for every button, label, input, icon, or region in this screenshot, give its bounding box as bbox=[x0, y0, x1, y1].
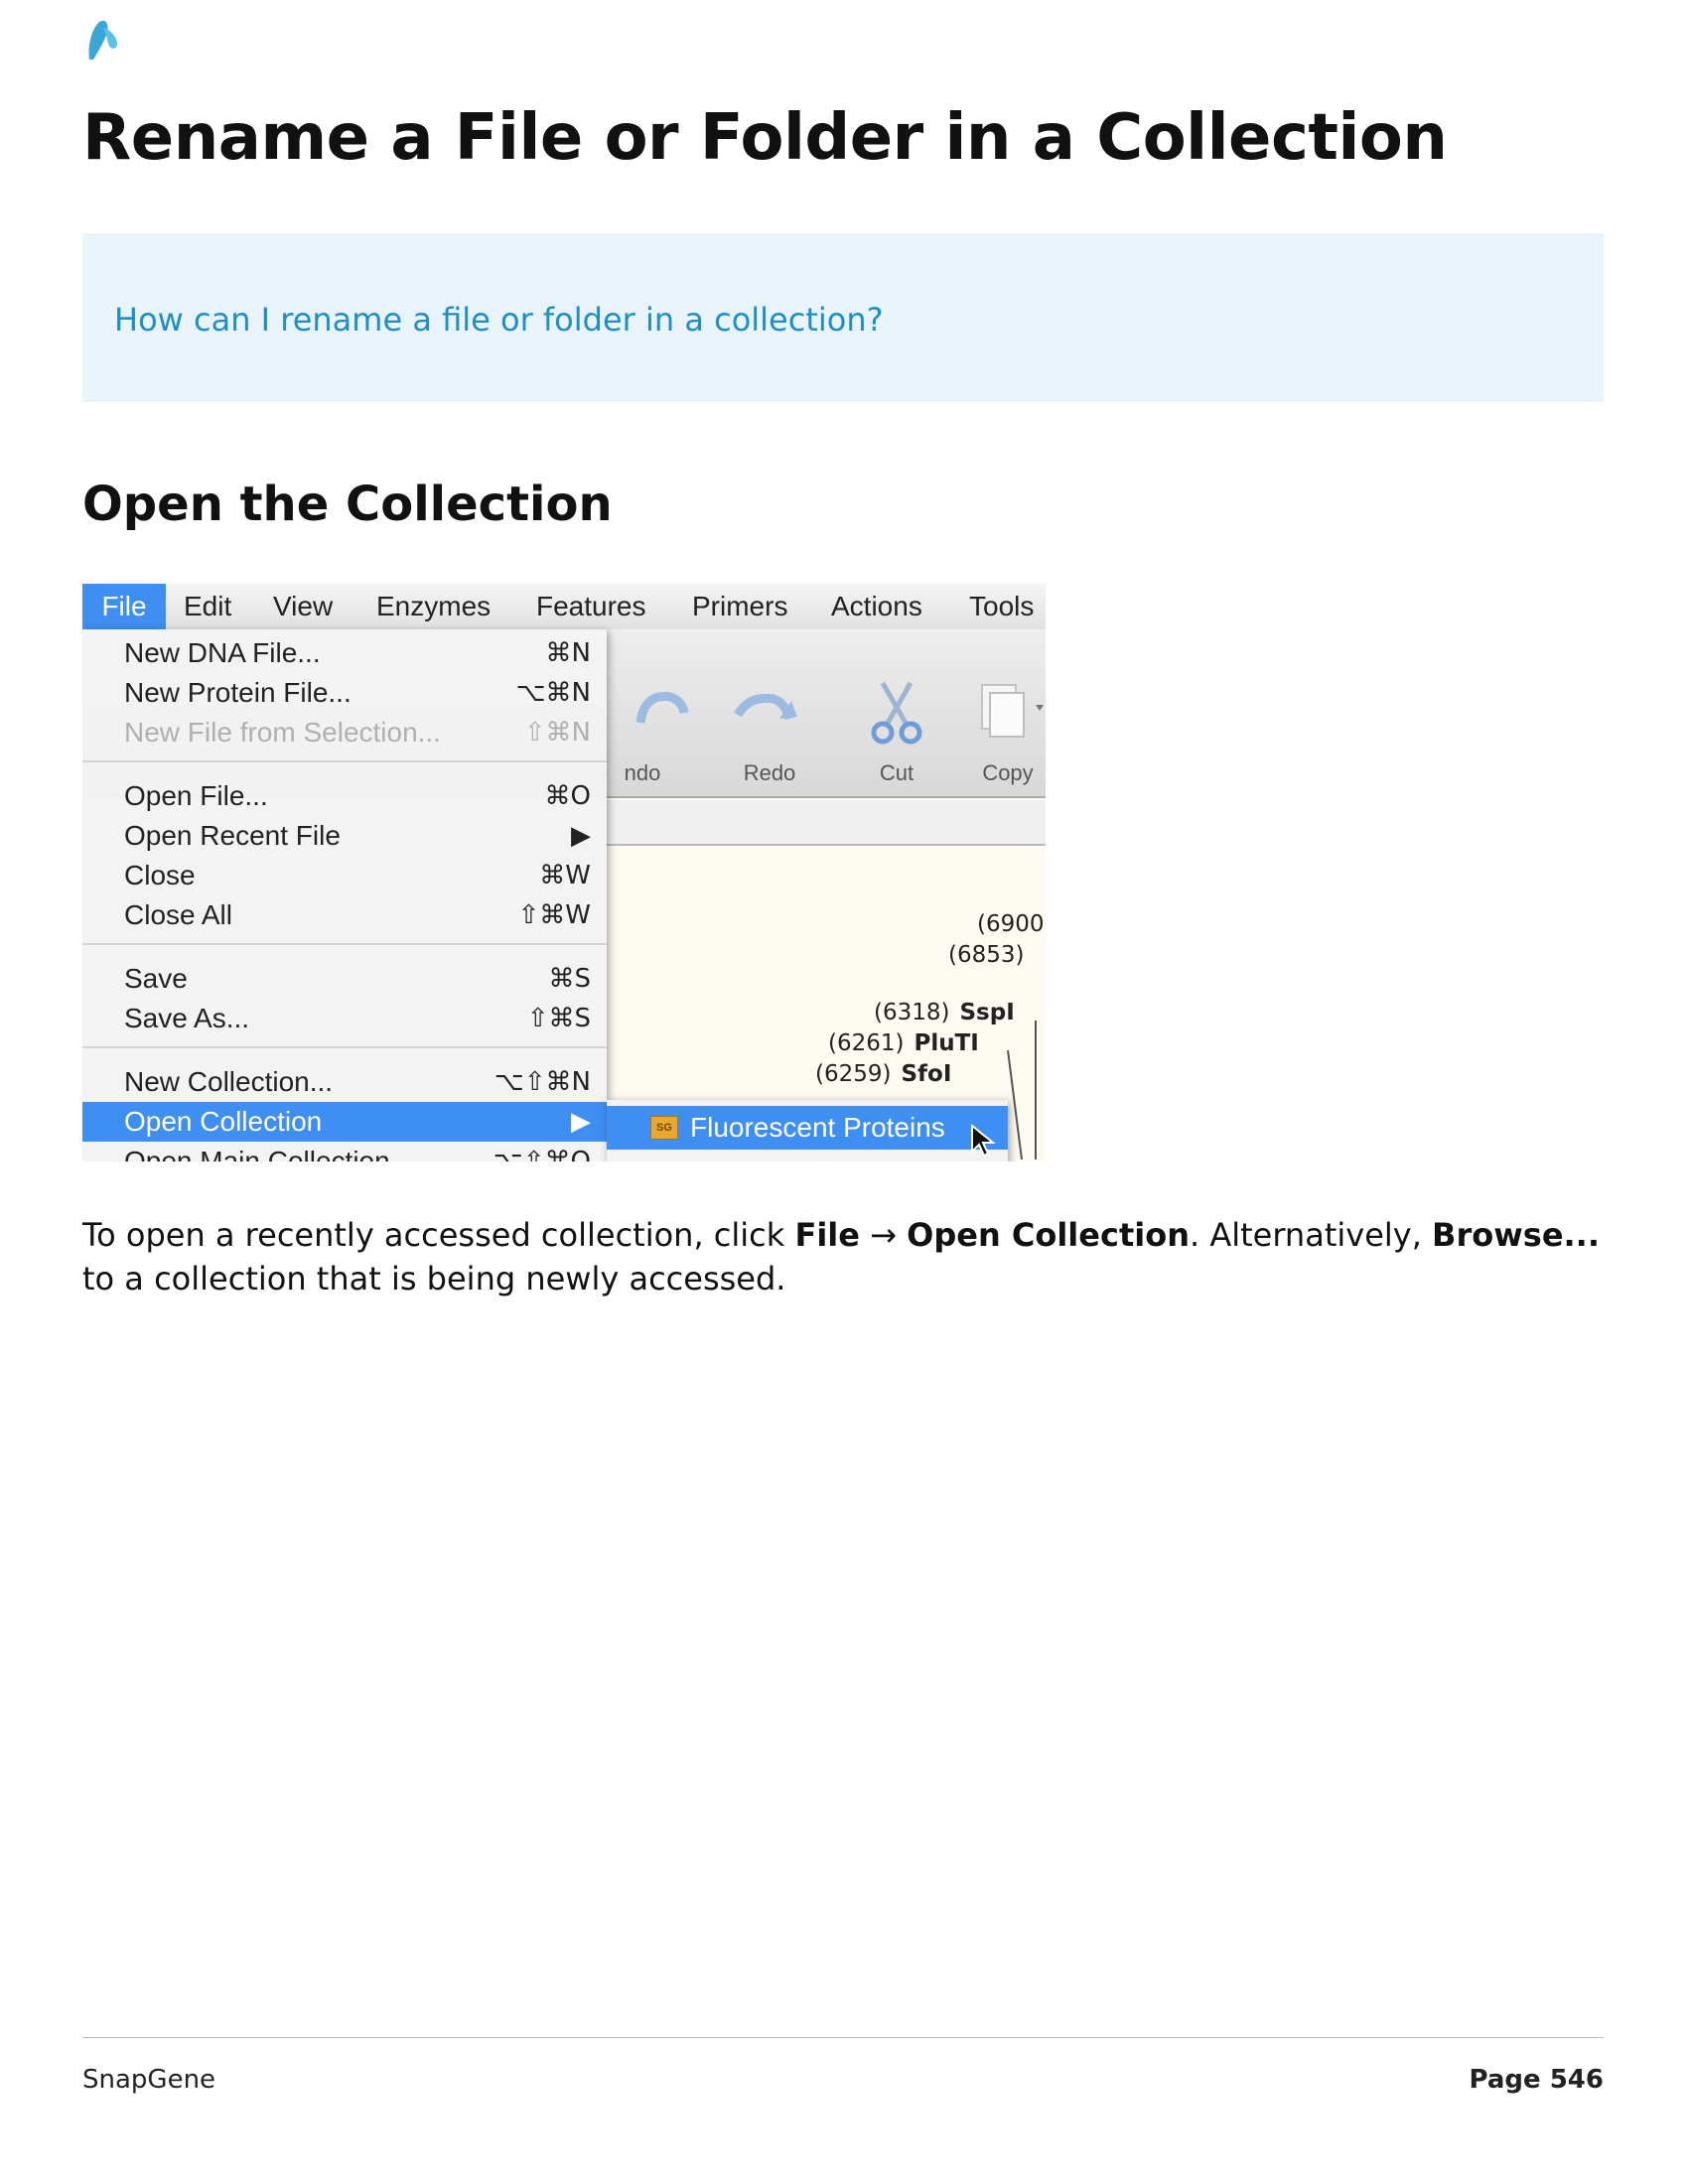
menu-item-new-dna-file[interactable]: New DNA File... ⌘N bbox=[82, 633, 607, 673]
instruction-paragraph: To open a recently accessed collection, … bbox=[82, 1213, 1612, 1300]
copy-button[interactable]: Copy bbox=[948, 629, 1046, 796]
menu-edit[interactable]: Edit bbox=[184, 584, 231, 629]
file-menu-reference: File bbox=[794, 1216, 860, 1254]
copy-icon bbox=[981, 684, 1044, 738]
file-menu: New DNA File... ⌘N New Protein File... ⌥⌘N… bbox=[82, 629, 607, 1161]
map-label: (6900) bbox=[977, 911, 1046, 937]
open-collection-submenu: SG Fluorescent Proteins bbox=[607, 1100, 1008, 1161]
menu-item-new-protein-file[interactable]: New Protein File... ⌥⌘N bbox=[82, 673, 607, 713]
menu-item-save-as[interactable]: Save As... ⇧⌘S bbox=[82, 999, 607, 1038]
menu-separator bbox=[82, 943, 607, 945]
cut-button[interactable]: Cut bbox=[837, 629, 956, 796]
question-link[interactable]: How can I rename a file or folder in a c… bbox=[114, 301, 884, 339]
open-collection-reference: Open Collection bbox=[907, 1216, 1190, 1254]
menu-separator bbox=[82, 760, 607, 762]
submenu-item-label: Fluorescent Proteins bbox=[690, 1112, 945, 1143]
menu-separator bbox=[82, 1046, 607, 1048]
footer-divider bbox=[82, 2037, 1604, 2038]
menu-item-close-all[interactable]: Close All ⇧⌘W bbox=[82, 895, 607, 935]
page-title: Rename a File or Folder in a Collection bbox=[82, 101, 1448, 175]
body-text: . Alternatively, bbox=[1189, 1216, 1433, 1254]
menu-item-open-file[interactable]: Open File... ⌘O bbox=[82, 776, 607, 816]
map-label: (6853) bbox=[948, 942, 1025, 968]
redo-button[interactable]: Redo bbox=[710, 629, 829, 796]
undo-icon bbox=[635, 692, 689, 724]
section-heading: Open the Collection bbox=[82, 477, 613, 532]
scissors-icon bbox=[871, 681, 922, 745]
menu-item-open-main-collection[interactable]: Open Main Collection ⌥⇧⌘O bbox=[82, 1142, 607, 1161]
question-callout: How can I rename a file or folder in a c… bbox=[82, 233, 1604, 402]
menu-item-save[interactable]: Save ⌘S bbox=[82, 959, 607, 999]
submenu-item-fluorescent-proteins[interactable]: SG Fluorescent Proteins bbox=[607, 1106, 1008, 1158]
map-label: (6318) SspI bbox=[874, 1000, 1015, 1025]
body-text: To open a recently accessed collection, … bbox=[82, 1216, 795, 1254]
menubar: File Edit View Enzymes Features Primers … bbox=[82, 584, 1046, 629]
redo-icon bbox=[734, 693, 797, 721]
app-screenshot: File Edit View Enzymes Features Primers … bbox=[82, 584, 1046, 1161]
menu-actions[interactable]: Actions bbox=[831, 584, 922, 629]
page-number: Page 546 bbox=[1469, 2065, 1604, 2095]
arrow-glyph: → bbox=[859, 1216, 908, 1254]
menu-view[interactable]: View bbox=[273, 584, 333, 629]
menu-item-new-file-from-selection[interactable]: New File from Selection... ⇧⌘N bbox=[82, 713, 607, 752]
menu-item-close[interactable]: Close ⌘W bbox=[82, 856, 607, 895]
redo-label: Redo bbox=[743, 760, 796, 785]
snapgene-logo-icon bbox=[88, 20, 117, 61]
map-label: (6259) SfoI bbox=[815, 1061, 952, 1087]
menu-features[interactable]: Features bbox=[536, 584, 646, 629]
menu-item-open-recent-file[interactable]: Open Recent File ▶ bbox=[82, 816, 607, 856]
copy-label: Copy bbox=[982, 760, 1034, 785]
menu-enzymes[interactable]: Enzymes bbox=[376, 584, 491, 629]
body-text: to a collection that is being newly acce… bbox=[82, 1260, 786, 1297]
menu-item-open-collection[interactable]: Open Collection ▶ bbox=[82, 1102, 607, 1142]
menu-primers[interactable]: Primers bbox=[692, 584, 787, 629]
map-label: (6261) PluTI bbox=[828, 1030, 979, 1056]
menu-item-new-collection[interactable]: New Collection... ⌥⇧⌘N bbox=[82, 1062, 607, 1102]
cut-label: Cut bbox=[879, 760, 914, 785]
footer-brand: SnapGene bbox=[82, 2065, 216, 2095]
browse-reference: Browse... bbox=[1432, 1216, 1600, 1254]
collection-icon: SG bbox=[650, 1116, 678, 1140]
menu-file[interactable]: File bbox=[82, 584, 166, 629]
menu-tools[interactable]: Tools bbox=[969, 584, 1034, 629]
mouse-cursor-icon bbox=[971, 1124, 996, 1158]
undo-button[interactable]: ndo bbox=[601, 629, 720, 796]
